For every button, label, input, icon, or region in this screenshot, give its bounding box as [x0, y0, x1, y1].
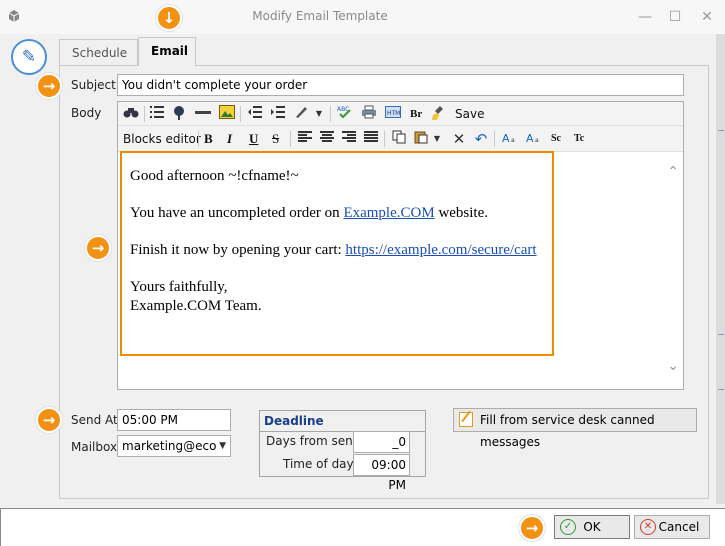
editor-toolbar-row-2: Blocks editor B I U S ▼ ✕ ↶ Aa A a Sc Tc: [118, 126, 683, 152]
close-button[interactable]: ✕: [696, 7, 718, 27]
svg-text:a: a: [511, 137, 515, 144]
window-title: Modify Email Template: [252, 9, 388, 23]
days-from-sent-label: Days from sent: [266, 434, 358, 448]
days-from-sent-input[interactable]: _0: [353, 431, 410, 453]
justify-icon[interactable]: [362, 130, 380, 148]
cancel-button[interactable]: ✕ Cancel: [634, 515, 710, 539]
print-icon[interactable]: [360, 105, 378, 123]
arrow-right-callout-icon: →: [85, 235, 111, 261]
align-right-icon[interactable]: [340, 130, 358, 148]
body-line-order-suffix: website.: [434, 205, 489, 221]
highlighter-icon[interactable]: [292, 105, 310, 123]
body-line-order: You have an uncompleted order on Example…: [130, 204, 544, 223]
body-editor: ▼ ABC HTML Br Save Blocks editor B I U S: [117, 101, 684, 390]
deadline-group: Deadline Days from sent _0 Time of day 0…: [259, 410, 426, 492]
scroll-up-icon[interactable]: ⌃: [667, 164, 679, 180]
editor-toolbar-row-1: ▼ ABC HTML Br Save: [118, 102, 683, 126]
font-size-down-icon[interactable]: Aa: [525, 130, 543, 148]
bold-button[interactable]: B: [204, 131, 213, 147]
save-button[interactable]: Save: [455, 106, 484, 122]
insert-image-icon[interactable]: [218, 105, 236, 123]
body-greeting: Good afternoon ~!cfname!~: [130, 168, 299, 184]
body-line-cart-text: Finish it now by opening your cart:: [130, 242, 346, 258]
spellcheck-icon[interactable]: ABC: [336, 105, 354, 123]
minimize-button[interactable]: —: [634, 7, 656, 27]
body-signature: Example.COM Team.: [130, 298, 262, 314]
toolbar-separator: [198, 131, 199, 147]
svg-text:A: A: [502, 132, 510, 144]
checkmark-icon: ✓: [560, 519, 576, 535]
font-size-up-icon[interactable]: Aa: [501, 130, 519, 148]
edit-note-icon: [459, 412, 473, 427]
arrow-right-callout-icon: →: [36, 73, 62, 99]
toolbar-separator: [494, 131, 495, 147]
subject-label: Subject: [71, 78, 116, 92]
cart-link[interactable]: https://example.com/secure/cart: [345, 242, 536, 258]
arrow-right-callout-icon: →: [36, 407, 62, 433]
mailbox-select-value: marketing@eco: [122, 439, 217, 453]
arrow-down-callout-icon: ↓: [156, 5, 182, 31]
svg-text:HTML: HTML: [387, 110, 401, 117]
body-line-order-text: You have an uncompleted order on: [130, 205, 344, 221]
chevron-down-icon[interactable]: ▼: [428, 130, 446, 148]
svg-text:A: A: [526, 132, 534, 144]
arrow-right-callout-icon: →: [519, 515, 545, 541]
time-of-day-input[interactable]: 09:00 PM: [353, 454, 410, 492]
tab-schedule[interactable]: Schedule: [59, 39, 138, 66]
tab-email[interactable]: Email: [138, 37, 196, 66]
italic-button[interactable]: I: [227, 131, 232, 147]
html-icon[interactable]: HTML: [384, 105, 404, 123]
background-window-edge: [716, 34, 725, 504]
underline-button[interactable]: U: [249, 131, 258, 147]
toolbar-separator: [384, 131, 385, 147]
time-of-day-label: Time of day: [283, 457, 354, 471]
mailbox-select[interactable]: marketing@eco ▼: [117, 435, 231, 457]
send-at-input[interactable]: 05:00 PM: [117, 409, 231, 431]
blocks-editor-button[interactable]: Blocks editor: [123, 131, 201, 147]
body-line-cart: Finish it now by opening your cart: http…: [130, 241, 544, 260]
deadline-title: Deadline: [260, 411, 425, 432]
chevron-down-icon[interactable]: ▼: [310, 105, 328, 123]
subject-input[interactable]: You didn't complete your order: [117, 74, 684, 96]
scroll-down-icon[interactable]: ⌄: [667, 358, 679, 374]
copy-icon[interactable]: [390, 130, 408, 148]
toolbar-separator: [240, 106, 241, 122]
align-left-icon[interactable]: [296, 130, 314, 148]
br-button[interactable]: Br: [410, 106, 422, 122]
mailbox-label: Mailbox: [71, 440, 118, 454]
binoculars-icon[interactable]: [122, 105, 140, 123]
decrease-indent-icon[interactable]: [246, 105, 264, 123]
insert-link-icon[interactable]: [170, 105, 188, 123]
ok-button[interactable]: ✓ OK: [554, 515, 630, 539]
chevron-down-icon: ▼: [219, 441, 226, 451]
toolbar-separator: [330, 106, 331, 122]
bullet-list-icon[interactable]: [148, 105, 166, 123]
body-closing: Yours faithfully,: [130, 279, 228, 295]
toolbar-separator: [290, 131, 291, 147]
increase-indent-icon[interactable]: [269, 105, 287, 123]
send-at-label: Send At: [71, 413, 118, 427]
example-com-link[interactable]: Example.COM: [343, 205, 434, 221]
ok-label: OK: [583, 520, 601, 534]
strikethrough-button[interactable]: S: [272, 131, 279, 147]
undo-icon[interactable]: ↶: [472, 130, 490, 148]
text-case-button[interactable]: Tc: [574, 131, 584, 147]
clear-format-icon[interactable]: [430, 105, 448, 123]
align-center-icon[interactable]: [318, 130, 336, 148]
horizontal-rule-icon[interactable]: [194, 105, 212, 123]
fill-canned-messages-button[interactable]: Fill from service desk canned messages: [453, 408, 697, 449]
email-body-content[interactable]: Good afternoon ~!cfname!~ You have an un…: [120, 151, 554, 356]
toolbar-separator: [144, 106, 145, 122]
superscript-button[interactable]: Sc: [551, 131, 561, 147]
delete-icon[interactable]: ✕: [450, 130, 468, 148]
body-label: Body: [71, 106, 102, 120]
cancel-icon: ✕: [640, 519, 656, 535]
svg-text:a: a: [535, 137, 539, 144]
pencil-icon: ✎: [11, 39, 47, 75]
maximize-button[interactable]: ☐: [664, 7, 686, 27]
